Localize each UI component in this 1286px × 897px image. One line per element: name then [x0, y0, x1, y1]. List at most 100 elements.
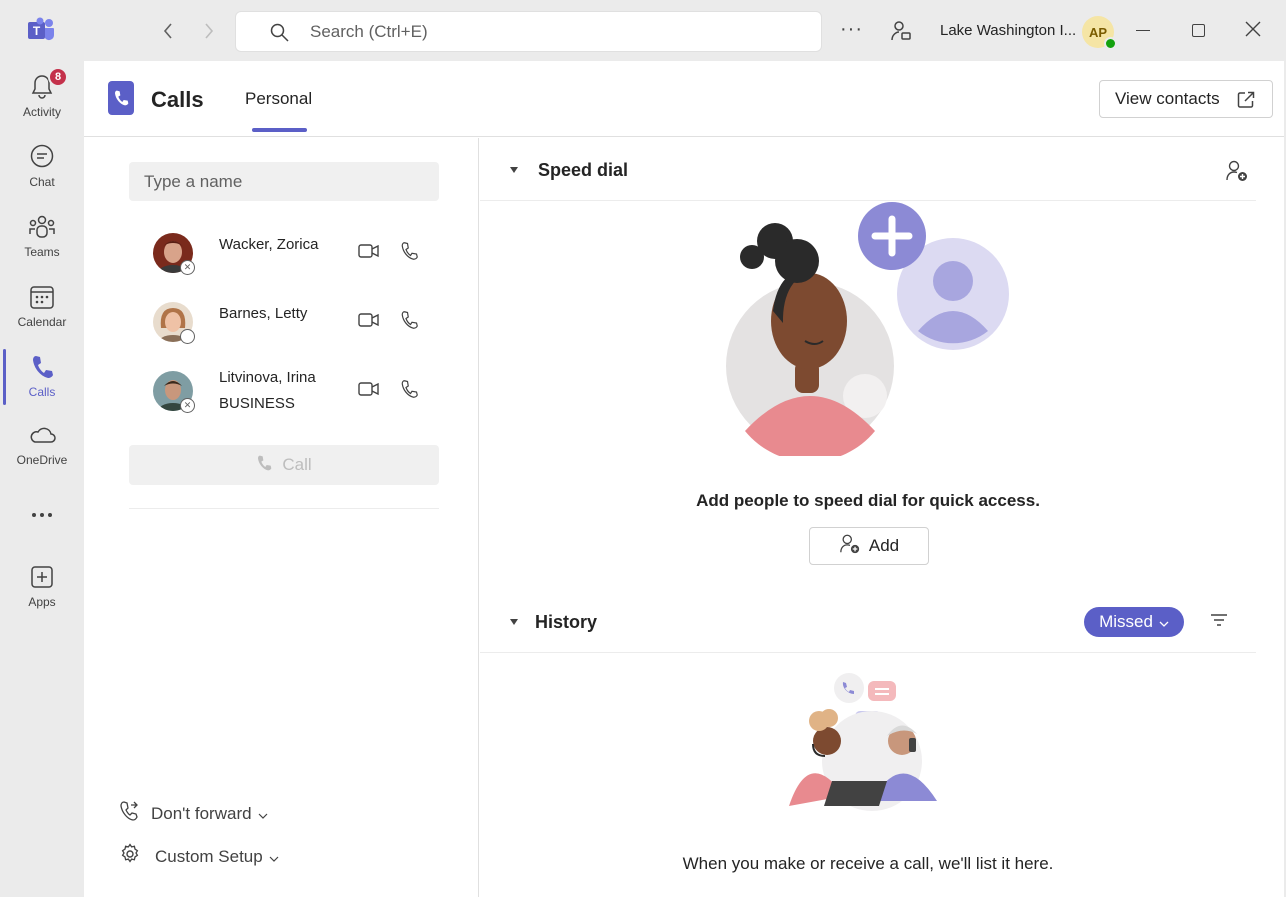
contact-row[interactable]: ✕ Litvinova, Irina BUSINESS — [129, 365, 439, 421]
more-icon — [28, 501, 56, 529]
teams-logo-icon: T — [27, 17, 55, 43]
dialer-panel: ✕ Wacker, Zorica Barnes, Letty — [84, 138, 479, 897]
people-settings-icon[interactable] — [889, 19, 913, 48]
add-button-label: Add — [868, 536, 900, 555]
history-empty-message: When you make or receive a call, we'll l… — [682, 854, 1054, 873]
plus-square-icon — [28, 563, 56, 591]
cloud-icon — [28, 421, 56, 449]
gear-icon — [119, 843, 141, 870]
presence-available-icon — [1104, 37, 1117, 50]
history-header[interactable]: History Missed — [480, 590, 1256, 653]
external-link-icon — [1236, 90, 1256, 115]
search-icon — [270, 23, 289, 47]
contact-row[interactable]: Barnes, Letty — [129, 296, 439, 352]
chevron-down-icon — [269, 847, 279, 867]
rail-label: Teams — [24, 245, 60, 259]
maximize-icon[interactable] — [1192, 24, 1205, 37]
close-icon[interactable] — [1244, 20, 1262, 43]
contact-row[interactable]: ✕ Wacker, Zorica — [129, 227, 439, 283]
call-forward-icon — [119, 800, 139, 827]
rail-item-teams[interactable]: Teams — [0, 205, 84, 269]
rail-label: OneDrive — [16, 453, 68, 467]
calls-app-icon — [108, 81, 134, 115]
add-person-icon[interactable] — [1225, 159, 1249, 188]
view-contacts-button[interactable]: View contacts — [1099, 80, 1273, 118]
rail-item-chat[interactable]: Chat — [0, 135, 84, 199]
audio-call-icon[interactable] — [400, 379, 418, 404]
history-illustration — [777, 666, 962, 816]
caret-down-icon[interactable] — [510, 619, 518, 625]
video-call-icon[interactable] — [358, 381, 380, 402]
rail-item-more[interactable] — [0, 493, 84, 557]
name-input[interactable] — [129, 162, 439, 201]
search-placeholder: Search (Ctrl+E) — [310, 22, 428, 41]
speed-dial-empty-message: Add people to speed dial for quick acces… — [696, 491, 1040, 510]
speed-dial-history-panel: Speed dial Add people to speed dial for … — [480, 138, 1272, 897]
tab-personal[interactable]: Personal — [245, 89, 312, 109]
org-name[interactable]: Lake Washington I... — [940, 22, 1076, 39]
svg-text:T: T — [33, 24, 41, 38]
audio-call-icon[interactable] — [400, 241, 418, 266]
phone-icon — [256, 454, 272, 477]
tab-active-indicator — [252, 128, 307, 132]
caret-down-icon[interactable] — [510, 167, 518, 173]
history-filter-dropdown[interactable]: Missed — [1084, 607, 1184, 637]
chevron-down-icon — [1159, 612, 1169, 632]
calls-header: Calls Personal View contacts — [84, 61, 1284, 137]
forward-arrow-icon[interactable] — [199, 20, 219, 42]
contact-name: Litvinova, Irina — [219, 369, 316, 386]
main-content: Calls Personal View contacts ✕ Wacker, Z… — [84, 61, 1284, 897]
custom-setup-label: Custom Setup — [155, 846, 263, 866]
chat-icon — [28, 143, 56, 171]
rail-label: Calls — [28, 385, 56, 399]
rail-item-calendar[interactable]: Calendar — [0, 275, 84, 339]
more-options-icon[interactable]: ··· — [840, 18, 866, 42]
history-title: History — [535, 612, 598, 632]
call-button[interactable]: Call — [129, 445, 439, 485]
minimize-icon[interactable] — [1136, 30, 1150, 31]
rail-label: Chat — [29, 175, 55, 189]
rail-item-calls[interactable]: Calls — [0, 345, 84, 409]
audio-call-icon[interactable] — [400, 310, 418, 335]
add-speed-dial-button[interactable]: Add — [809, 527, 929, 565]
call-button-label: Call — [282, 455, 312, 474]
rail-label: Activity — [22, 105, 61, 119]
presence-offline-icon: ✕ — [180, 398, 195, 413]
rail-item-onedrive[interactable]: OneDrive — [0, 413, 84, 477]
speed-dial-header[interactable]: Speed dial — [480, 138, 1256, 201]
contact-subtitle: BUSINESS — [219, 395, 295, 412]
page-title: Calls — [151, 87, 204, 112]
search-input[interactable]: Search (Ctrl+E) — [235, 11, 822, 52]
activity-badge: 8 — [48, 67, 68, 87]
speed-dial-illustration — [725, 201, 1015, 462]
presence-offline-icon — [180, 329, 195, 344]
bell-icon: 8 — [28, 67, 68, 101]
rail-item-apps[interactable]: Apps — [0, 555, 84, 619]
rail-label: Calendar — [17, 315, 67, 329]
back-arrow-icon[interactable] — [158, 20, 178, 42]
add-person-icon — [839, 533, 861, 560]
custom-setup-dropdown[interactable]: Custom Setup — [119, 843, 279, 870]
calendar-icon — [28, 283, 56, 311]
avatar-initials: AP — [1088, 24, 1108, 40]
phone-icon — [28, 353, 56, 381]
view-contacts-label: View contacts — [1115, 89, 1220, 108]
profile-avatar[interactable]: AP — [1082, 16, 1117, 50]
contact-name: Barnes, Letty — [219, 305, 308, 322]
title-bar: T Search (Ctrl+E) ··· Lake Washington I.… — [0, 0, 1286, 61]
teams-icon — [28, 213, 56, 241]
presence-offline-icon: ✕ — [180, 260, 195, 275]
contact-name: Wacker, Zorica — [219, 236, 319, 253]
chevron-down-icon — [258, 804, 268, 824]
rail-item-activity[interactable]: 8 Activity — [0, 65, 84, 129]
app-rail: 8 Activity Chat Teams Calendar Calls One… — [0, 61, 84, 897]
call-forward-dropdown[interactable]: Don't forward — [119, 800, 268, 827]
filter-icon[interactable] — [1210, 613, 1228, 632]
video-call-icon[interactable] — [358, 312, 380, 333]
history-filter-label: Missed — [1099, 612, 1153, 631]
divider — [129, 508, 439, 509]
call-forward-label: Don't forward — [151, 803, 252, 823]
video-call-icon[interactable] — [358, 243, 380, 264]
speed-dial-title: Speed dial — [538, 160, 629, 180]
rail-label: Apps — [28, 595, 56, 609]
